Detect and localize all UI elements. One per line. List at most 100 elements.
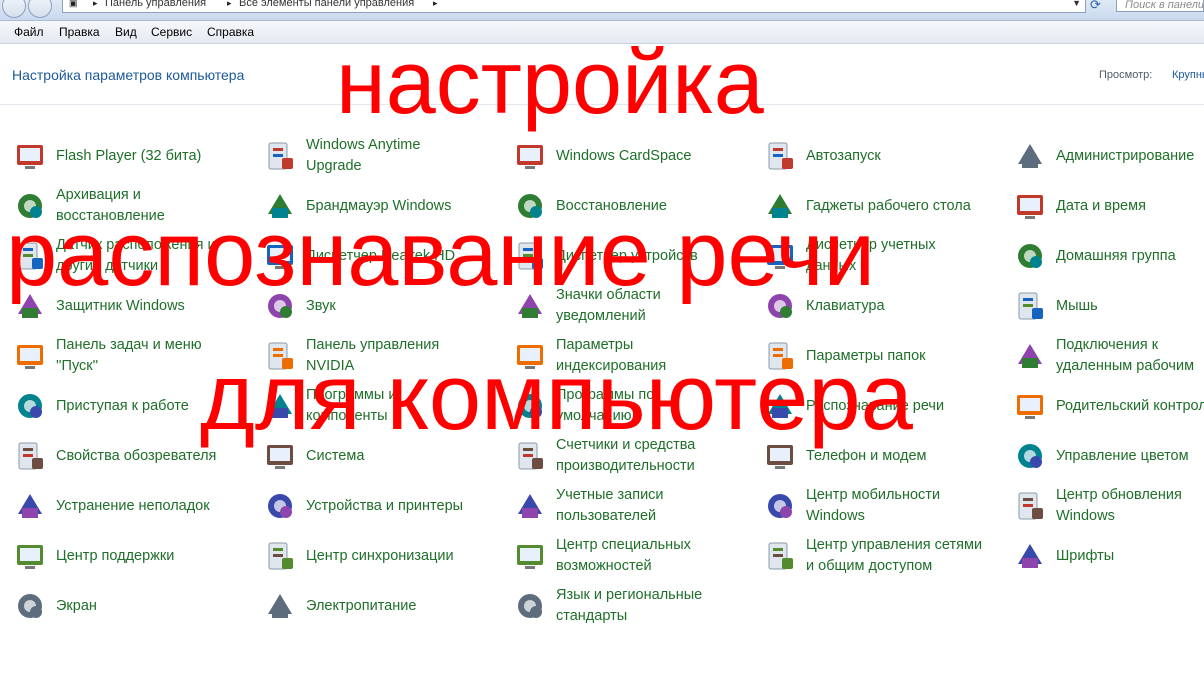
- mouse-icon: [1014, 290, 1046, 322]
- display-icon: [14, 590, 46, 622]
- cp-item-globe[interactable]: Язык и региональные стандарты: [514, 584, 764, 628]
- cp-item-autoplay[interactable]: Автозапуск: [764, 134, 1014, 178]
- internet-options-icon: [14, 440, 46, 472]
- cp-item-homegroup[interactable]: Домашняя группа: [1014, 234, 1204, 278]
- control-panel-small-icon: ▣: [69, 0, 78, 8]
- cp-item-label[interactable]: Центр обновления Windows: [1056, 485, 1182, 527]
- cp-item-label[interactable]: Учетные записи пользователей: [556, 485, 664, 527]
- troubleshoot-icon: [14, 490, 46, 522]
- breadcrumb-control-panel[interactable]: Панель управления: [105, 0, 206, 9]
- cp-item-fonts[interactable]: Шрифты: [1014, 534, 1204, 578]
- getting-started-icon: [14, 390, 46, 422]
- cp-item-windows-update[interactable]: Центр обновления Windows: [1014, 484, 1204, 528]
- search-input[interactable]: Поиск в панели: [1116, 0, 1204, 12]
- fonts-icon: [1014, 540, 1046, 572]
- back-button[interactable]: [2, 0, 26, 18]
- menu-edit[interactable]: Правка: [59, 25, 100, 39]
- cp-item-color-management[interactable]: Управление цветом: [1014, 434, 1204, 478]
- cp-item-admin-tools[interactable]: Администрирование: [1014, 134, 1204, 178]
- cp-item-sync[interactable]: Центр синхронизации: [264, 534, 514, 578]
- cp-item-label[interactable]: Windows Anytime Upgrade: [306, 135, 420, 177]
- cp-item-parental-control[interactable]: Родительский контроль: [1014, 384, 1204, 428]
- cp-item-label[interactable]: Центр синхронизации: [306, 546, 454, 567]
- cp-item-label[interactable]: Подключения к удаленным рабочим: [1056, 335, 1194, 377]
- cp-item-power[interactable]: Электропитание: [264, 584, 514, 628]
- view-label: Просмотр:: [1099, 69, 1153, 81]
- cp-item-accessibility[interactable]: Центр специальных возможностей: [514, 534, 764, 578]
- refresh-icon[interactable]: ⟳: [1090, 0, 1101, 13]
- cp-item-label[interactable]: Родительский контроль: [1056, 396, 1204, 417]
- cp-item-label[interactable]: Мышь: [1056, 296, 1098, 317]
- cp-item-mobility[interactable]: Центр мобильности Windows: [764, 484, 1014, 528]
- cp-item-label[interactable]: Управление цветом: [1056, 446, 1189, 467]
- windows-logo-icon: [264, 140, 296, 172]
- calendar-clock-icon: [1014, 190, 1046, 222]
- mobility-icon: [764, 490, 796, 522]
- address-bar[interactable]: ▣ ▸ Панель управления ▸ Все элементы пан…: [62, 0, 1086, 13]
- cp-item-network[interactable]: Центр управления сетями и общим доступом: [764, 534, 1014, 578]
- cp-item-label[interactable]: Центр управления сетями и общим доступом: [806, 535, 982, 577]
- cp-item-display[interactable]: Экран: [14, 584, 264, 628]
- overlay-caption-line1: настройка: [336, 33, 764, 133]
- cp-item-label[interactable]: Шрифты: [1056, 546, 1114, 567]
- globe-icon: [514, 590, 546, 622]
- users-icon: [514, 490, 546, 522]
- network-icon: [764, 540, 796, 572]
- menu-tools[interactable]: Сервис: [151, 25, 192, 39]
- cp-item-mouse[interactable]: Мышь: [1014, 284, 1204, 328]
- parental-control-icon: [1014, 390, 1046, 422]
- cp-item-label[interactable]: Автозапуск: [806, 146, 881, 167]
- power-icon: [264, 590, 296, 622]
- breadcrumb-arrow[interactable]: ▸: [227, 0, 232, 9]
- view-mode-link[interactable]: Крупные значки: [1172, 69, 1204, 81]
- cp-item-label[interactable]: Свойства обозревателя: [56, 446, 216, 467]
- flag-icon: [14, 540, 46, 572]
- cp-item-label[interactable]: Приступая к работе: [56, 396, 189, 417]
- cp-item-flag[interactable]: Центр поддержки: [14, 534, 264, 578]
- cp-item-label[interactable]: Электропитание: [306, 596, 416, 617]
- overlay-caption-line3: для компьютера: [200, 344, 913, 449]
- cp-item-printer[interactable]: Устройства и принтеры: [264, 484, 514, 528]
- cp-item-troubleshoot[interactable]: Устранение неполадок: [14, 484, 264, 528]
- cp-item-users[interactable]: Учетные записи пользователей: [514, 484, 764, 528]
- cp-item-windows-logo[interactable]: Windows Anytime Upgrade: [264, 134, 514, 178]
- cp-item-label[interactable]: Центр поддержки: [56, 546, 174, 567]
- breadcrumb-arrow[interactable]: ▸: [93, 0, 98, 9]
- menu-view[interactable]: Вид: [115, 25, 137, 39]
- page-title: Настройка параметров компьютера: [12, 67, 245, 83]
- remote-desktop-icon: [1014, 340, 1046, 372]
- cp-item-label[interactable]: Windows CardSpace: [556, 146, 691, 167]
- address-dropdown-icon[interactable]: ▼: [1072, 0, 1081, 9]
- forward-button[interactable]: [28, 0, 52, 18]
- breadcrumb-arrow[interactable]: ▸: [433, 0, 438, 9]
- sync-icon: [264, 540, 296, 572]
- cp-item-remote-desktop[interactable]: Подключения к удаленным рабочим: [1014, 334, 1204, 378]
- overlay-caption-line2: распознавание речи: [6, 203, 875, 305]
- taskbar-icon: [14, 340, 46, 372]
- cp-item-label[interactable]: Центр специальных возможностей: [556, 535, 691, 577]
- cp-item-label[interactable]: Flash Player (32 бита): [56, 146, 201, 167]
- windows-update-icon: [1014, 490, 1046, 522]
- menu-file[interactable]: Файл: [14, 25, 44, 39]
- cp-item-label[interactable]: Экран: [56, 596, 97, 617]
- address-toolbar: ▣ ▸ Панель управления ▸ Все элементы пан…: [0, 0, 1204, 21]
- cp-item-label[interactable]: Дата и время: [1056, 196, 1146, 217]
- cp-item-label[interactable]: Устранение неполадок: [56, 496, 210, 517]
- flash-icon: [14, 140, 46, 172]
- menu-help[interactable]: Справка: [207, 25, 254, 39]
- cp-item-cardspace[interactable]: Windows CardSpace: [514, 134, 764, 178]
- accessibility-icon: [514, 540, 546, 572]
- autoplay-icon: [764, 140, 796, 172]
- cp-item-label[interactable]: Домашняя группа: [1056, 246, 1176, 267]
- color-management-icon: [1014, 440, 1046, 472]
- cp-item-flash[interactable]: Flash Player (32 бита): [14, 134, 264, 178]
- cp-item-label[interactable]: Администрирование: [1056, 146, 1194, 167]
- cp-item-label[interactable]: Панель задач и меню ''Пуск'': [56, 335, 202, 377]
- breadcrumb-all-items[interactable]: Все элементы панели управления: [239, 0, 414, 9]
- homegroup-icon: [1014, 240, 1046, 272]
- admin-tools-icon: [1014, 140, 1046, 172]
- cp-item-label[interactable]: Язык и региональные стандарты: [556, 585, 702, 627]
- cp-item-label[interactable]: Центр мобильности Windows: [806, 485, 940, 527]
- cp-item-calendar-clock[interactable]: Дата и время: [1014, 184, 1204, 228]
- cp-item-label[interactable]: Устройства и принтеры: [306, 496, 463, 517]
